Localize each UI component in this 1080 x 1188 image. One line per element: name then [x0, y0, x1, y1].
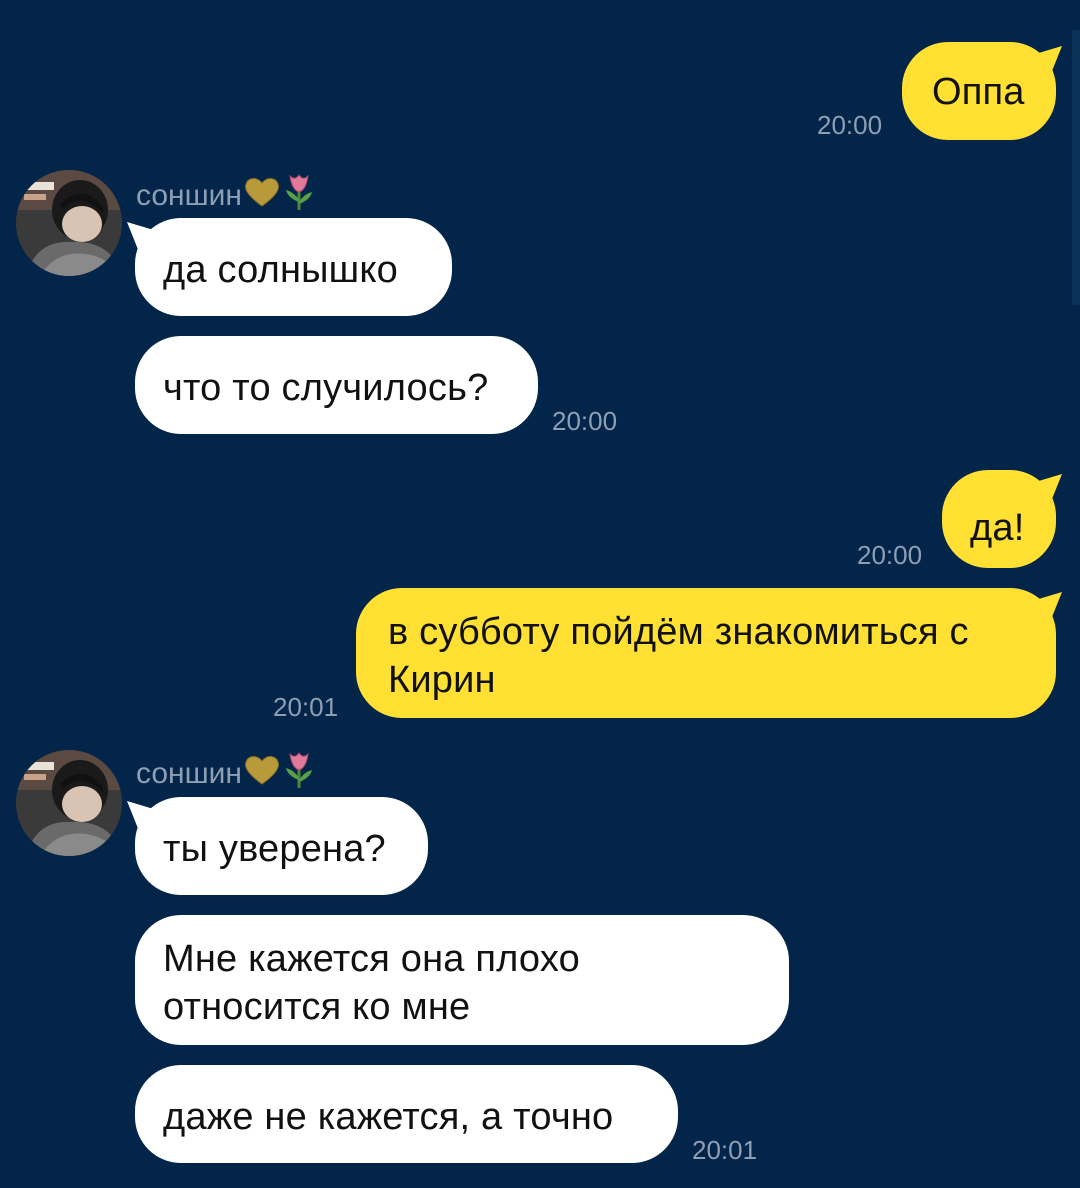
avatar-image	[16, 170, 122, 276]
sender-name: соншин	[136, 172, 316, 220]
message-text: Оппа	[932, 71, 1025, 113]
message-time: 20:01	[692, 1135, 758, 1165]
gold-heart-icon	[244, 754, 280, 794]
message-text: что то случилось?	[163, 367, 489, 409]
incoming-message[interactable]: ты уверена?	[135, 797, 428, 895]
message-time: 20:01	[273, 692, 339, 722]
message-text: даже не кажется, а точно	[163, 1096, 614, 1138]
outgoing-message[interactable]: да!	[942, 470, 1056, 568]
message-text: да!	[970, 507, 1025, 549]
outgoing-message[interactable]: Оппа	[902, 42, 1056, 140]
tulip-icon	[282, 750, 316, 798]
sender-name: соншин	[136, 750, 316, 798]
message-text: да солнышко	[163, 249, 398, 291]
scroll-indicator[interactable]	[1072, 30, 1080, 305]
message-text-line: в субботу пойдём знакомиться с	[388, 611, 969, 653]
incoming-message[interactable]: да солнышко	[135, 218, 452, 316]
message-text-line: Мне кажется она плохо	[163, 938, 580, 980]
avatar[interactable]	[16, 750, 122, 856]
message-text-line: Кирин	[388, 659, 496, 701]
message-text: ты уверена?	[163, 828, 386, 870]
message-text-line: относится ко мне	[163, 986, 471, 1028]
avatar-image	[16, 750, 122, 856]
message-time: 20:00	[857, 540, 923, 570]
gold-heart-icon	[244, 176, 280, 216]
incoming-message[interactable]: даже не кажется, а точно	[135, 1065, 678, 1163]
incoming-message[interactable]: Мне кажется она плохо относится ко мне	[135, 915, 789, 1045]
avatar[interactable]	[16, 170, 122, 276]
message-time: 20:00	[552, 406, 618, 436]
sender-label: соншин	[136, 757, 242, 790]
tulip-icon	[282, 172, 316, 220]
message-time: 20:00	[817, 110, 883, 140]
incoming-message[interactable]: что то случилось?	[135, 336, 538, 434]
outgoing-message[interactable]: в субботу пойдём знакомиться с Кирин	[356, 588, 1056, 718]
sender-label: соншин	[136, 179, 242, 212]
chat-thread: Оппа 20:00 соншин да солнышко что то слу…	[0, 0, 1080, 1188]
